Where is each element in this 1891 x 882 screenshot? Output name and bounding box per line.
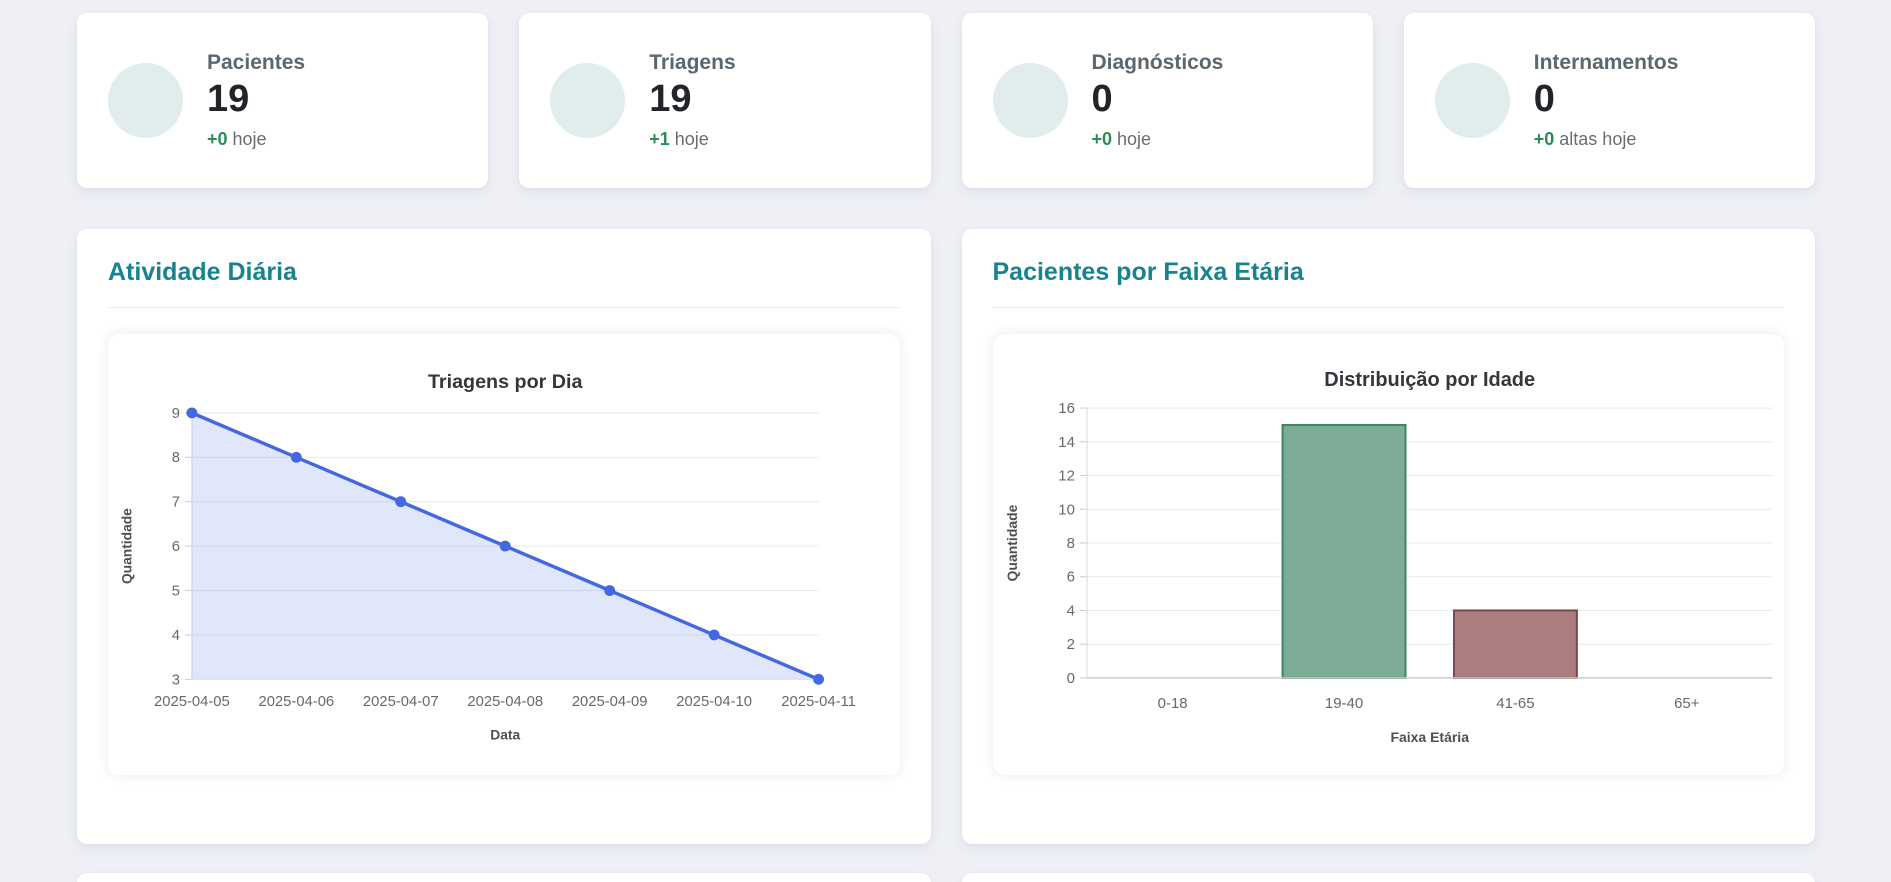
svg-text:9: 9 (172, 406, 180, 422)
idade-bar-chart: 0 2 4 6 8 10 12 14 16 Distribuição por Idade Faixa… (1003, 369, 1773, 745)
stat-value: 19 (649, 78, 692, 121)
stat-delta: +0 altas hoje (1534, 129, 1679, 150)
diagnostics-icon (992, 63, 1068, 138)
svg-text:5: 5 (172, 583, 180, 599)
section-heading: Atividade Diária (108, 258, 297, 286)
age-distribution-chart-panel: 0 2 4 6 8 10 12 14 16 Distribuição por Idade Faixa… (992, 334, 1784, 775)
delta-value: +0 (1533, 128, 1555, 149)
triagens-line-chart: 3 4 5 6 7 8 9 Triagens por Dia Data Quantidade 202… (119, 371, 856, 743)
svg-text:Quantidade: Quantidade (119, 508, 135, 584)
delta-value: +0 (1091, 128, 1113, 149)
svg-text:19-40: 19-40 (1324, 695, 1362, 712)
stat-card-pacientes: Pacientes 19 +0 hoje (77, 13, 489, 188)
stat-value: 0 (1533, 78, 1555, 121)
divider (992, 307, 1784, 308)
section-faixa-etaria: Pacientes por Faixa Etária 0 2 4 6 8 10 12 14 16… (961, 229, 1815, 844)
partial-card-right (961, 873, 1815, 882)
daily-activity-chart-panel: 3 4 5 6 7 8 9 Triagens por Dia Data Quantidade 202… (108, 334, 900, 775)
stat-card-triagens: Triagens 19 +1 hoje (519, 13, 931, 188)
stat-card-diagnosticos: Diagnósticos 0 +0 hoje (961, 13, 1373, 188)
svg-text:Distribuição por Idade: Distribuição por Idade (1324, 369, 1535, 391)
svg-text:7: 7 (172, 495, 180, 511)
patients-icon (108, 63, 183, 138)
svg-text:2025-04-07: 2025-04-07 (363, 694, 439, 710)
svg-text:2025-04-11: 2025-04-11 (781, 694, 856, 710)
admissions-icon (1434, 63, 1510, 138)
svg-text:2025-04-10: 2025-04-10 (676, 694, 752, 710)
stat-value: 19 (207, 78, 250, 121)
svg-text:6: 6 (172, 539, 180, 555)
svg-text:Triagens por Dia: Triagens por Dia (428, 371, 584, 393)
partial-card-left (77, 873, 931, 882)
svg-text:65+: 65+ (1674, 695, 1700, 712)
svg-text:6: 6 (1066, 569, 1074, 586)
stat-delta: +0 hoje (207, 129, 305, 150)
delta-label: altas hoje (1554, 128, 1637, 149)
charts-row: Atividade Diária 3 4 5 6 7 8 9 Triagens por Dia… (77, 229, 1815, 844)
divider (108, 307, 900, 308)
delta-label: hoje (1112, 128, 1152, 149)
svg-text:0-18: 0-18 (1157, 695, 1187, 712)
svg-text:10: 10 (1058, 501, 1075, 518)
svg-text:3: 3 (172, 672, 180, 688)
svg-text:4: 4 (1066, 602, 1074, 619)
svg-text:Data: Data (490, 727, 520, 743)
stat-delta: +0 hoje (1092, 129, 1224, 150)
stat-title: Diagnósticos (1091, 51, 1224, 75)
stat-card-internamentos: Internamentos 0 +0 altas hoje (1403, 13, 1815, 188)
svg-text:Faixa Etária: Faixa Etária (1390, 729, 1469, 745)
delta-value: +0 (207, 128, 228, 149)
svg-text:8: 8 (172, 450, 180, 466)
svg-text:4: 4 (172, 628, 180, 644)
bottom-row (77, 873, 1815, 882)
section-heading: Pacientes por Faixa Etária (992, 258, 1304, 286)
section-atividade-diaria: Atividade Diária 3 4 5 6 7 8 9 Triagens por Dia… (77, 229, 931, 844)
svg-text:0: 0 (1066, 670, 1074, 687)
stat-delta: +1 hoje (649, 129, 735, 150)
triage-icon (550, 63, 626, 138)
stats-row: Pacientes 19 +0 hoje Triagens 19 +1 hoje… (77, 13, 1815, 188)
svg-text:12: 12 (1058, 468, 1075, 485)
delta-label: hoje (227, 128, 267, 149)
svg-text:2025-04-06: 2025-04-06 (258, 694, 334, 710)
svg-text:41-65: 41-65 (1496, 695, 1534, 712)
svg-text:2025-04-05: 2025-04-05 (154, 694, 230, 710)
svg-text:8: 8 (1066, 535, 1074, 552)
stat-value: 0 (1091, 78, 1113, 121)
svg-text:2025-04-08: 2025-04-08 (467, 694, 543, 710)
svg-text:Quantidade: Quantidade (1003, 504, 1019, 581)
svg-text:2025-04-09: 2025-04-09 (572, 694, 648, 710)
svg-text:16: 16 (1058, 400, 1075, 417)
stat-title: Triagens (649, 51, 736, 75)
stat-title: Internamentos (1533, 51, 1679, 75)
stat-title: Pacientes (207, 51, 306, 75)
delta-label: hoje (669, 128, 709, 149)
dashboard-page: Pacientes 19 +0 hoje Triagens 19 +1 hoje… (0, 0, 1891, 882)
delta-value: +1 (649, 128, 670, 149)
svg-text:14: 14 (1058, 434, 1075, 451)
svg-text:2: 2 (1066, 636, 1074, 653)
